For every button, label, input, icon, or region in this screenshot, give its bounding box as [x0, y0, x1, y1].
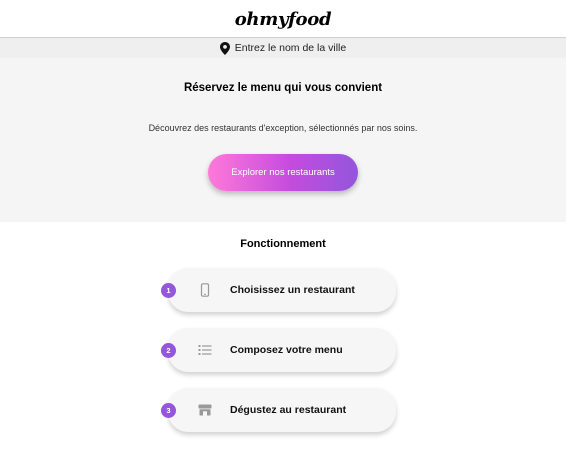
step-number-badge: 1 — [161, 283, 176, 298]
map-marker-icon — [219, 41, 230, 55]
hero-subtitle: Découvrez des restaurants d'exception, s… — [148, 123, 418, 133]
hero-title: Réservez le menu qui vous convient — [183, 82, 383, 94]
section-title: Fonctionnement — [240, 238, 326, 250]
logo[interactable]: ohmyfood — [235, 9, 332, 30]
step-card-1: 1 Choisissez un restaurant — [161, 268, 396, 312]
location-bar[interactable]: Entrez le nom de la ville — [0, 37, 566, 58]
mobile-phone-icon — [200, 283, 210, 297]
site-header: ohmyfood — [0, 0, 566, 37]
list-icon — [198, 345, 212, 355]
step-card-3: 3 Dégustez au restaurant — [161, 388, 396, 432]
explore-restaurants-button[interactable]: Explorer nos restaurants — [208, 154, 358, 191]
step-number-badge: 3 — [161, 403, 176, 418]
location-text[interactable]: Entrez le nom de la ville — [235, 42, 346, 54]
hero-section: Réservez le menu qui vous convient Décou… — [0, 58, 566, 222]
step-label: Composez votre menu — [230, 344, 343, 356]
step-card-2: 2 Composez votre menu — [161, 328, 396, 372]
step-label: Dégustez au restaurant — [230, 404, 347, 416]
step-number-badge: 2 — [161, 343, 176, 358]
store-icon — [198, 404, 212, 416]
step-label: Choisissez un restaurant — [230, 284, 355, 296]
